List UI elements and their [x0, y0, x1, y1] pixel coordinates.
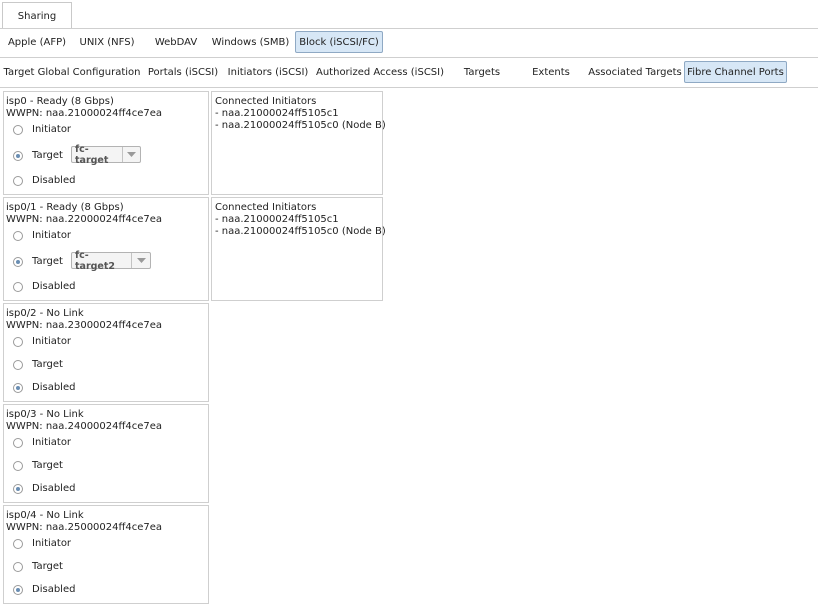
tab-webdav[interactable]: WebDAV: [148, 31, 204, 53]
block-tabs: Target Global Configuration Portals (iSC…: [0, 61, 818, 84]
radio-target[interactable]: Target: [13, 359, 63, 370]
radio-disabled[interactable]: Disabled: [13, 382, 75, 393]
top-divider: [0, 28, 818, 29]
radio-initiator[interactable]: Initiator: [13, 437, 71, 448]
tab-afp[interactable]: Apple (AFP): [2, 31, 72, 53]
radio-initiator-label: Initiator: [32, 437, 72, 448]
radio-disabled-circle[interactable]: [13, 483, 23, 494]
radio-initiator[interactable]: Initiator: [13, 336, 71, 347]
radio-target-circle[interactable]: [13, 359, 23, 370]
connected-initiator-item: - naa.21000024ff5105c1: [215, 214, 339, 225]
radio-target-circle[interactable]: [13, 460, 23, 471]
sharing-tabs: Apple (AFP) UNIX (NFS) WebDAV Windows (S…: [0, 31, 818, 53]
radio-disabled-circle[interactable]: [13, 281, 23, 292]
radio-initiator-label: Initiator: [32, 336, 72, 347]
port-wwpn: WWPN: naa.22000024ff4ce7ea: [6, 214, 163, 225]
port-title: isp0/2 - No Link: [6, 308, 84, 319]
radio-initiator[interactable]: Initiator: [13, 230, 71, 241]
block-divider: [0, 87, 818, 88]
connected-initiators-panel: Connected Initiators - naa.21000024ff510…: [211, 197, 386, 301]
tab-authorized-access[interactable]: Authorized Access (iSCSI): [314, 61, 446, 83]
radio-initiator[interactable]: Initiator: [13, 124, 71, 135]
radio-target-label: Target: [32, 150, 63, 161]
tab-nfs[interactable]: UNIX (NFS): [74, 31, 140, 53]
port-wwpn: WWPN: naa.21000024ff4ce7ea: [6, 108, 163, 119]
tab-targets[interactable]: Targets: [452, 61, 512, 83]
radio-disabled-label: Disabled: [32, 584, 76, 595]
port-title: isp0/3 - No Link: [6, 409, 84, 420]
target-select-value: fc-target: [75, 143, 109, 166]
radio-target[interactable]: Target: [13, 561, 63, 572]
radio-target-circle[interactable]: [13, 256, 23, 267]
radio-initiator-circle[interactable]: [13, 230, 23, 241]
connected-initiator-item: - naa.21000024ff5105c1: [215, 108, 339, 119]
radio-disabled-label: Disabled: [32, 281, 76, 292]
radio-disabled[interactable]: Disabled: [13, 281, 75, 292]
target-select[interactable]: fc-target2: [71, 249, 151, 272]
tab-smb[interactable]: Windows (SMB): [208, 31, 293, 53]
radio-target-label: Target: [32, 359, 63, 370]
connected-initiators-title: Connected Initiators: [215, 202, 317, 213]
port-title: isp0/4 - No Link: [6, 510, 84, 521]
radio-disabled-label: Disabled: [32, 175, 76, 186]
radio-disabled[interactable]: Disabled: [13, 175, 75, 186]
radio-disabled-circle[interactable]: [13, 382, 23, 393]
tab-extents[interactable]: Extents: [522, 61, 580, 83]
chevron-down-icon[interactable]: [131, 253, 150, 268]
port-panel: isp0/2 - No Link WWPN: naa.23000024ff4ce…: [3, 303, 209, 402]
radio-target-circle[interactable]: [13, 561, 23, 572]
connected-initiator-item: - naa.21000024ff5105c0 (Node B): [215, 226, 386, 237]
tab-associated-targets[interactable]: Associated Targets: [586, 61, 684, 83]
sharing-divider: [0, 57, 818, 58]
port-wwpn: WWPN: naa.24000024ff4ce7ea: [6, 421, 163, 432]
port-panel: isp0/3 - No Link WWPN: naa.24000024ff4ce…: [3, 404, 209, 503]
radio-initiator-label: Initiator: [32, 230, 72, 241]
radio-initiator-circle[interactable]: [13, 538, 23, 549]
tab-portals[interactable]: Portals (iSCSI): [144, 61, 222, 83]
radio-initiator-label: Initiator: [32, 124, 72, 135]
radio-initiator[interactable]: Initiator: [13, 538, 71, 549]
radio-disabled-circle[interactable]: [13, 584, 23, 595]
radio-disabled-circle[interactable]: [13, 175, 23, 186]
top-tab-bar: Sharing: [0, 0, 818, 29]
port-panel: isp0/1 - Ready (8 Gbps) WWPN: naa.220000…: [3, 197, 209, 301]
radio-initiator-circle[interactable]: [13, 437, 23, 448]
tab-fibre-channel-ports[interactable]: Fibre Channel Ports: [684, 61, 787, 83]
port-panel: isp0 - Ready (8 Gbps) WWPN: naa.21000024…: [3, 91, 209, 195]
radio-disabled[interactable]: Disabled: [13, 584, 75, 595]
tab-block[interactable]: Block (iSCSI/FC): [295, 31, 383, 53]
connected-initiator-item: - naa.21000024ff5105c0 (Node B): [215, 120, 386, 131]
port-wwpn: WWPN: naa.23000024ff4ce7ea: [6, 320, 163, 331]
radio-target-label: Target: [32, 460, 63, 471]
radio-target-label: Target: [32, 561, 63, 572]
radio-target-circle[interactable]: [13, 150, 23, 161]
tab-target-global-config[interactable]: Target Global Configuration: [3, 61, 141, 83]
target-select-value: fc-target2: [75, 249, 116, 272]
radio-target-label: Target: [32, 256, 63, 267]
port-panel: isp0/4 - No Link WWPN: naa.25000024ff4ce…: [3, 505, 209, 604]
chevron-down-icon[interactable]: [122, 147, 140, 162]
radio-disabled[interactable]: Disabled: [13, 483, 75, 494]
connected-initiators-title: Connected Initiators: [215, 96, 317, 107]
radio-target[interactable]: Target: [13, 460, 63, 471]
port-wwpn: WWPN: naa.25000024ff4ce7ea: [6, 522, 163, 533]
radio-initiator-label: Initiator: [32, 538, 72, 549]
connected-initiators-panel: Connected Initiators - naa.21000024ff510…: [211, 91, 386, 195]
radio-initiator-circle[interactable]: [13, 336, 23, 347]
tab-initiators[interactable]: Initiators (iSCSI): [225, 61, 311, 83]
port-title: isp0/1 - Ready (8 Gbps): [6, 202, 124, 213]
port-title: isp0 - Ready (8 Gbps): [6, 96, 114, 107]
radio-disabled-label: Disabled: [32, 483, 76, 494]
radio-initiator-circle[interactable]: [13, 124, 23, 135]
radio-disabled-label: Disabled: [32, 382, 76, 393]
tab-sharing[interactable]: Sharing: [2, 2, 72, 29]
radio-target[interactable]: Target: [13, 150, 63, 161]
target-select[interactable]: fc-target: [71, 143, 141, 166]
radio-target[interactable]: Target: [13, 256, 63, 267]
